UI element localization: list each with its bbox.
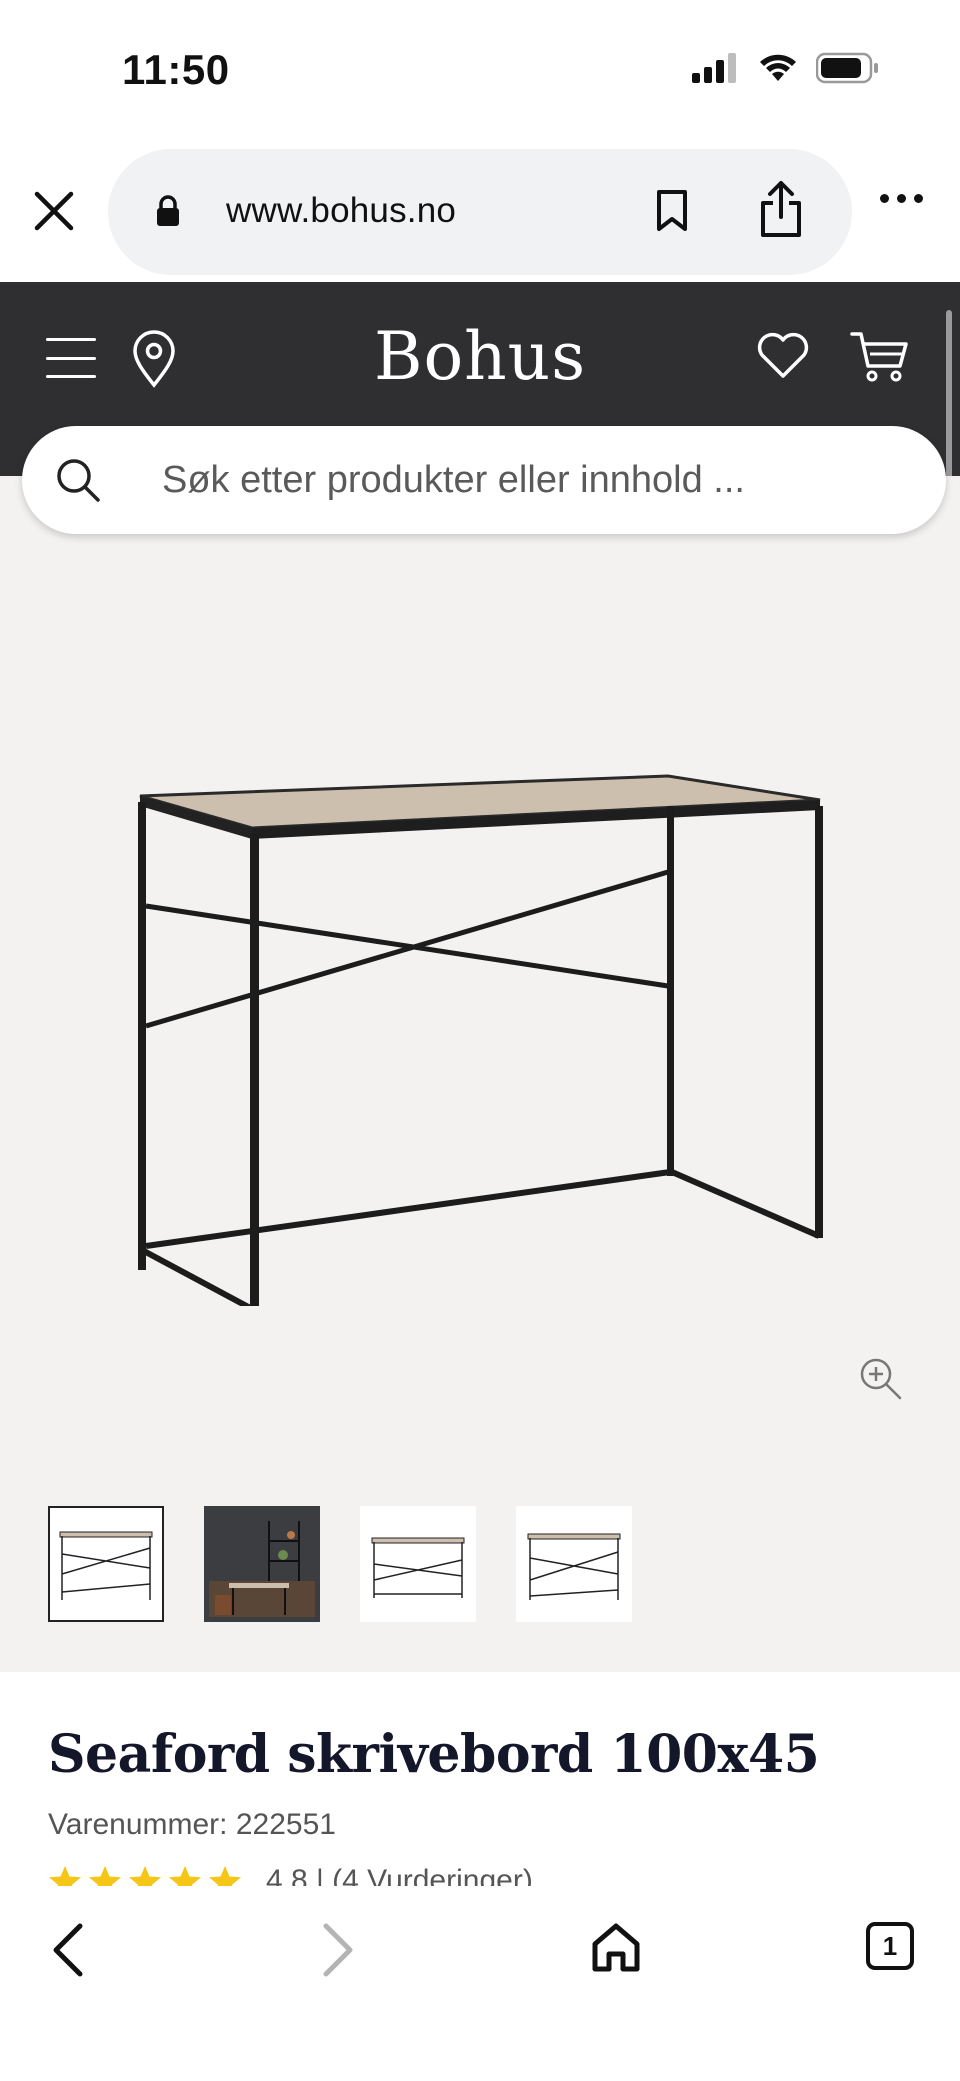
browser-bottom-nav: 1	[0, 1886, 960, 2081]
url-text: www.bohus.no	[226, 191, 457, 230]
browser-toolbar: www.bohus.no	[0, 140, 960, 282]
product-title: Seaford skrivebord 100x45	[48, 1724, 820, 1785]
close-browser-button[interactable]	[28, 185, 80, 237]
bookmark-icon[interactable]	[656, 189, 688, 233]
home-icon[interactable]	[590, 1922, 642, 1974]
lock-icon	[157, 195, 179, 226]
thumbnail-desk-angle[interactable]	[516, 1506, 632, 1622]
close-icon	[34, 191, 74, 231]
status-icons	[692, 52, 880, 84]
search-input[interactable]	[162, 454, 902, 506]
search-bar[interactable]	[22, 426, 946, 534]
tabs-button[interactable]: 1	[866, 1922, 914, 1970]
cart-icon[interactable]	[850, 330, 910, 384]
product-gallery	[0, 476, 960, 1672]
desk-thumbnail-image	[59, 1531, 153, 1600]
wifi-icon	[760, 54, 796, 81]
thumbnail-desk-side[interactable]	[360, 1506, 476, 1622]
address-bar[interactable]: www.bohus.no	[108, 149, 852, 275]
thumbnail-desk-front[interactable]	[48, 1506, 164, 1622]
product-sku: Varenummer: 222551	[48, 1808, 336, 1841]
dot-icon	[880, 194, 889, 203]
dot-icon	[914, 194, 923, 203]
status-bar: 11:50	[0, 0, 960, 140]
brand-logo[interactable]: Bohus	[0, 318, 960, 395]
battery-icon	[816, 52, 878, 84]
status-time: 11:50	[122, 46, 230, 93]
forward-arrow-icon[interactable]	[318, 1922, 358, 1978]
heart-icon[interactable]	[756, 332, 810, 380]
room-scene-thumbnail-image	[209, 1511, 315, 1617]
thumbnail-strip	[48, 1506, 632, 1622]
zoom-in-icon[interactable]	[858, 1356, 904, 1402]
thumbnail-desk-room-scene[interactable]	[204, 1506, 320, 1622]
desk-angle-thumbnail-image	[527, 1533, 621, 1600]
more-options-button[interactable]	[880, 194, 923, 203]
search-icon	[57, 459, 100, 502]
back-arrow-icon[interactable]	[48, 1922, 88, 1978]
dot-icon	[897, 194, 906, 203]
cellular-signal-icon	[692, 53, 736, 83]
desk-side-thumbnail-image	[371, 1537, 465, 1598]
product-image[interactable]	[120, 706, 840, 1306]
product-info: Seaford skrivebord 100x45 Varenummer: 22…	[0, 1672, 960, 1897]
share-icon[interactable]	[758, 179, 804, 239]
